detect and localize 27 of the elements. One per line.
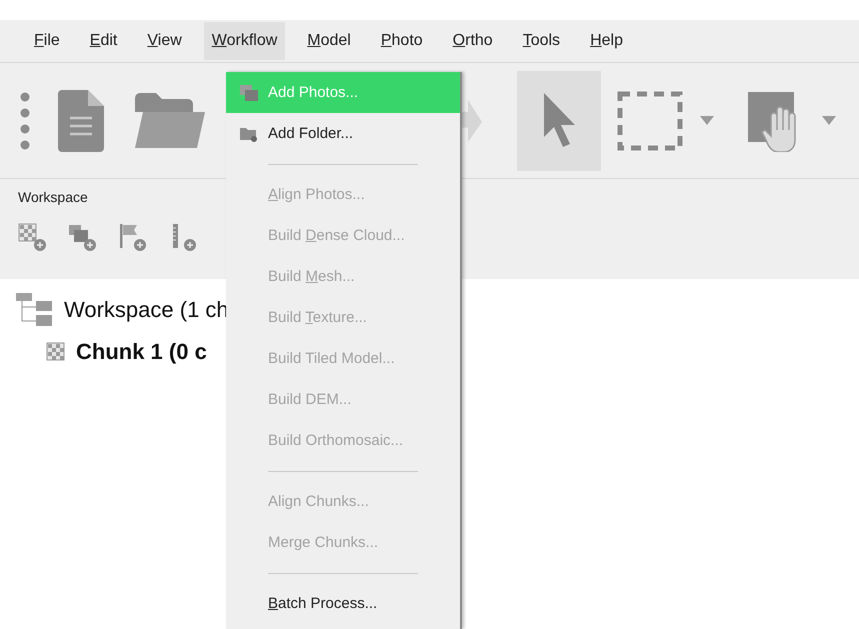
caret-icon[interactable] bbox=[822, 116, 836, 126]
tree-item[interactable]: Chunk 1 (0 c bbox=[76, 339, 207, 365]
menu-item[interactable]: Help bbox=[582, 22, 631, 60]
tree-icon bbox=[16, 293, 54, 327]
grip-icon bbox=[19, 90, 32, 150]
photos-icon bbox=[240, 84, 258, 100]
menu-item[interactable]: View bbox=[139, 22, 190, 60]
caret-icon[interactable] bbox=[700, 116, 714, 126]
menu-item[interactable]: Model bbox=[299, 22, 359, 60]
menu-item[interactable]: Workflow bbox=[204, 22, 286, 60]
add-chunk-icon[interactable] bbox=[18, 223, 46, 251]
menu-option[interactable]: Batch Process... bbox=[226, 583, 460, 624]
panel-title: Workspace bbox=[18, 189, 88, 205]
menu-item[interactable]: Ortho bbox=[444, 22, 501, 60]
menu-item[interactable]: File bbox=[26, 22, 68, 60]
menu-item[interactable]: Edit bbox=[82, 22, 126, 60]
menu-option[interactable]: Add Folder... bbox=[226, 113, 460, 154]
folder-icon[interactable] bbox=[135, 92, 206, 150]
menu-item[interactable]: Tools bbox=[514, 22, 568, 60]
folder-icon bbox=[240, 126, 258, 142]
add-group-icon[interactable] bbox=[68, 223, 96, 251]
new-document-icon[interactable] bbox=[58, 90, 104, 152]
dashed-rectangle-icon[interactable] bbox=[616, 90, 683, 150]
checkerboard-icon bbox=[46, 342, 66, 362]
menu-item[interactable]: Photo bbox=[372, 22, 431, 60]
pointer-icon[interactable] bbox=[542, 92, 576, 148]
add-flag-icon[interactable] bbox=[118, 223, 146, 251]
